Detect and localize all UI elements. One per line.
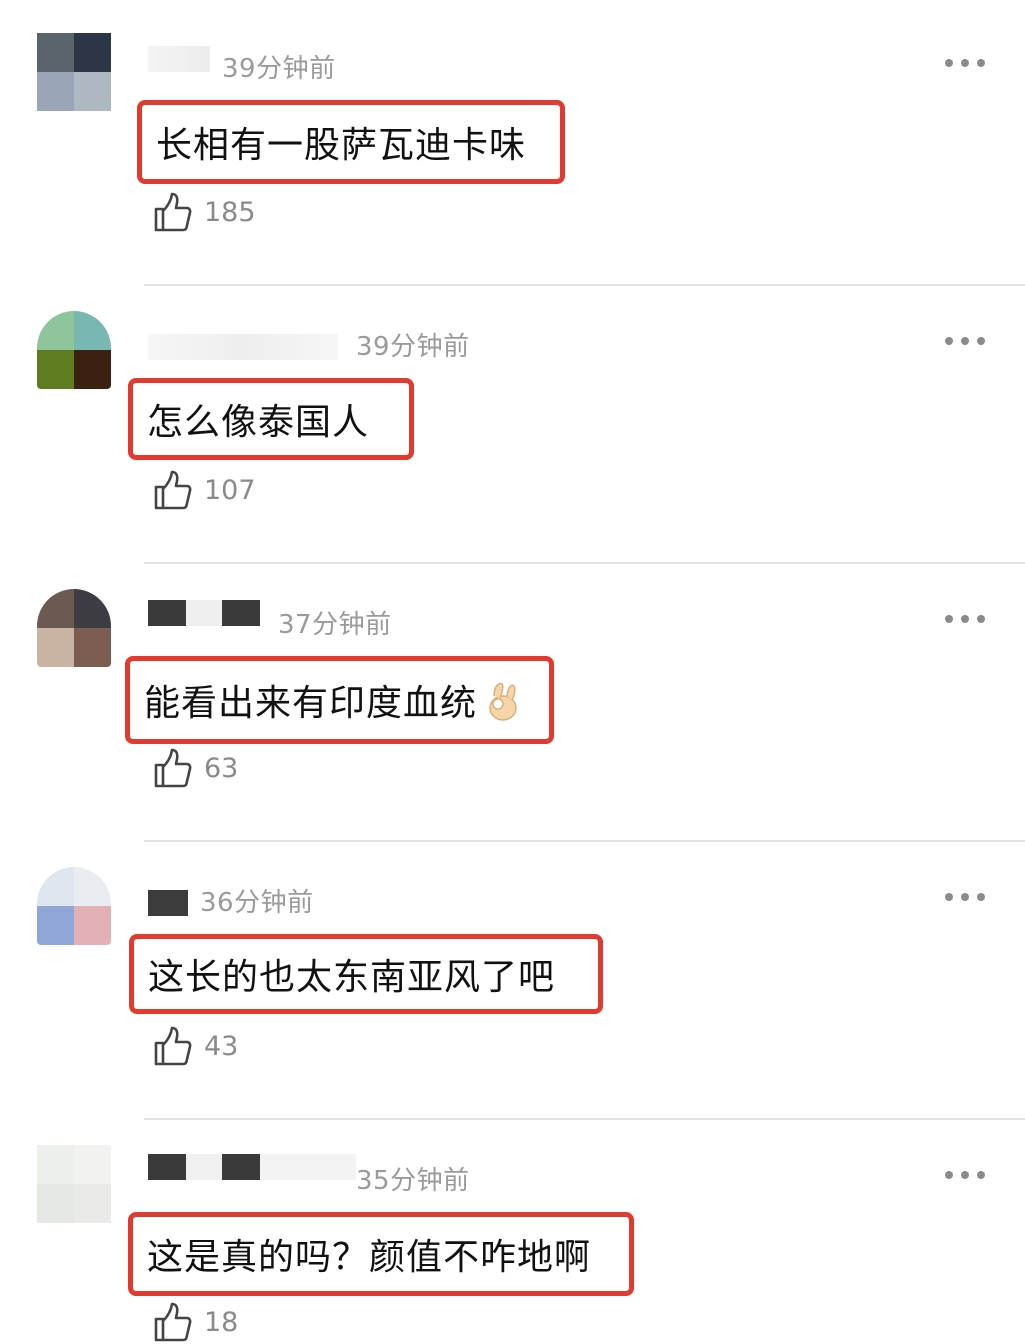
like-count: 63 <box>204 752 239 784</box>
like-button[interactable]: 185 <box>152 190 256 234</box>
comment-item: 39分钟前 长相有一股萨瓦迪卡味 185 <box>0 0 1025 286</box>
like-count: 18 <box>204 1306 239 1338</box>
avatar-tile <box>37 350 74 389</box>
thumbs-up-icon <box>154 1026 192 1066</box>
more-icon[interactable] <box>945 890 985 904</box>
avatar-tile <box>74 1145 111 1184</box>
more-icon[interactable] <box>945 56 985 70</box>
username-blurred[interactable] <box>148 1150 356 1184</box>
thumbs-up-icon <box>154 192 192 232</box>
comment-text: 能看出来有印度血统 <box>144 683 478 724</box>
username-blurred[interactable] <box>148 886 188 920</box>
avatar-tile <box>74 589 111 628</box>
like-count: 43 <box>204 1030 239 1062</box>
timestamp: 37分钟前 <box>278 610 392 640</box>
timestamp: 39分钟前 <box>222 54 336 84</box>
avatar-tile <box>74 33 111 72</box>
thumbs-up-icon <box>154 1302 192 1342</box>
avatar-tile <box>37 72 74 111</box>
avatar-tile <box>74 311 111 350</box>
avatar[interactable] <box>37 311 111 389</box>
like-button[interactable]: 43 <box>152 1024 238 1068</box>
timestamp: 36分钟前 <box>200 888 314 918</box>
avatar-tile <box>37 1184 74 1223</box>
avatar-tile <box>37 589 74 628</box>
avatar[interactable] <box>37 867 111 945</box>
avatar-tile <box>37 628 74 667</box>
like-count: 185 <box>204 196 256 228</box>
like-button[interactable]: 107 <box>152 468 256 512</box>
avatar[interactable] <box>37 33 111 111</box>
more-icon[interactable] <box>945 612 985 626</box>
avatar[interactable] <box>37 1145 111 1223</box>
comment-highlight: 能看出来有印度血统 <box>125 656 554 744</box>
more-icon[interactable] <box>945 334 985 348</box>
comment-highlight: 长相有一股萨瓦迪卡味 <box>137 100 565 184</box>
comment-text: 这长的也太东南亚风了吧 <box>148 957 556 998</box>
timestamp: 39分钟前 <box>356 332 470 362</box>
like-button[interactable]: 18 <box>152 1300 238 1344</box>
comment-item: 37分钟前 能看出来有印度血统 63 <box>0 556 1025 842</box>
avatar-tile <box>37 906 74 945</box>
more-icon[interactable] <box>945 1168 985 1182</box>
username-blurred[interactable] <box>148 330 338 364</box>
comment-item: 39分钟前 怎么像泰国人 107 <box>0 278 1025 564</box>
avatar-tile <box>74 350 111 389</box>
avatar-tile <box>74 72 111 111</box>
comment-item: 36分钟前 这长的也太东南亚风了吧 43 <box>0 834 1025 1120</box>
avatar-tile <box>74 628 111 667</box>
timestamp: 35分钟前 <box>356 1166 470 1196</box>
ok-hand-emoji <box>489 682 517 721</box>
avatar-tile <box>37 1145 74 1184</box>
avatar-tile <box>74 1184 111 1223</box>
avatar-tile <box>37 867 74 906</box>
comment-item: 35分钟前 这是真的吗？颜值不咋地啊 18 <box>0 1112 1025 1342</box>
avatar-tile <box>74 867 111 906</box>
avatar-tile <box>37 33 74 72</box>
thumbs-up-icon <box>154 748 192 788</box>
thumbs-up-icon <box>154 470 192 510</box>
comment-text: 怎么像泰国人 <box>147 402 370 443</box>
username-blurred[interactable] <box>148 42 210 76</box>
avatar-tile <box>37 311 74 350</box>
like-button[interactable]: 63 <box>152 746 238 790</box>
comment-highlight: 这是真的吗？颜值不咋地啊 <box>128 1212 634 1296</box>
like-count: 107 <box>204 474 256 506</box>
comment-highlight: 这长的也太东南亚风了吧 <box>129 934 603 1014</box>
comment-text: 长相有一股萨瓦迪卡味 <box>156 125 527 166</box>
avatar[interactable] <box>37 589 111 667</box>
comment-highlight: 怎么像泰国人 <box>128 378 414 460</box>
comment-text: 这是真的吗？颜值不咋地啊 <box>147 1237 592 1278</box>
avatar-tile <box>74 906 111 945</box>
username-blurred[interactable] <box>148 596 260 630</box>
